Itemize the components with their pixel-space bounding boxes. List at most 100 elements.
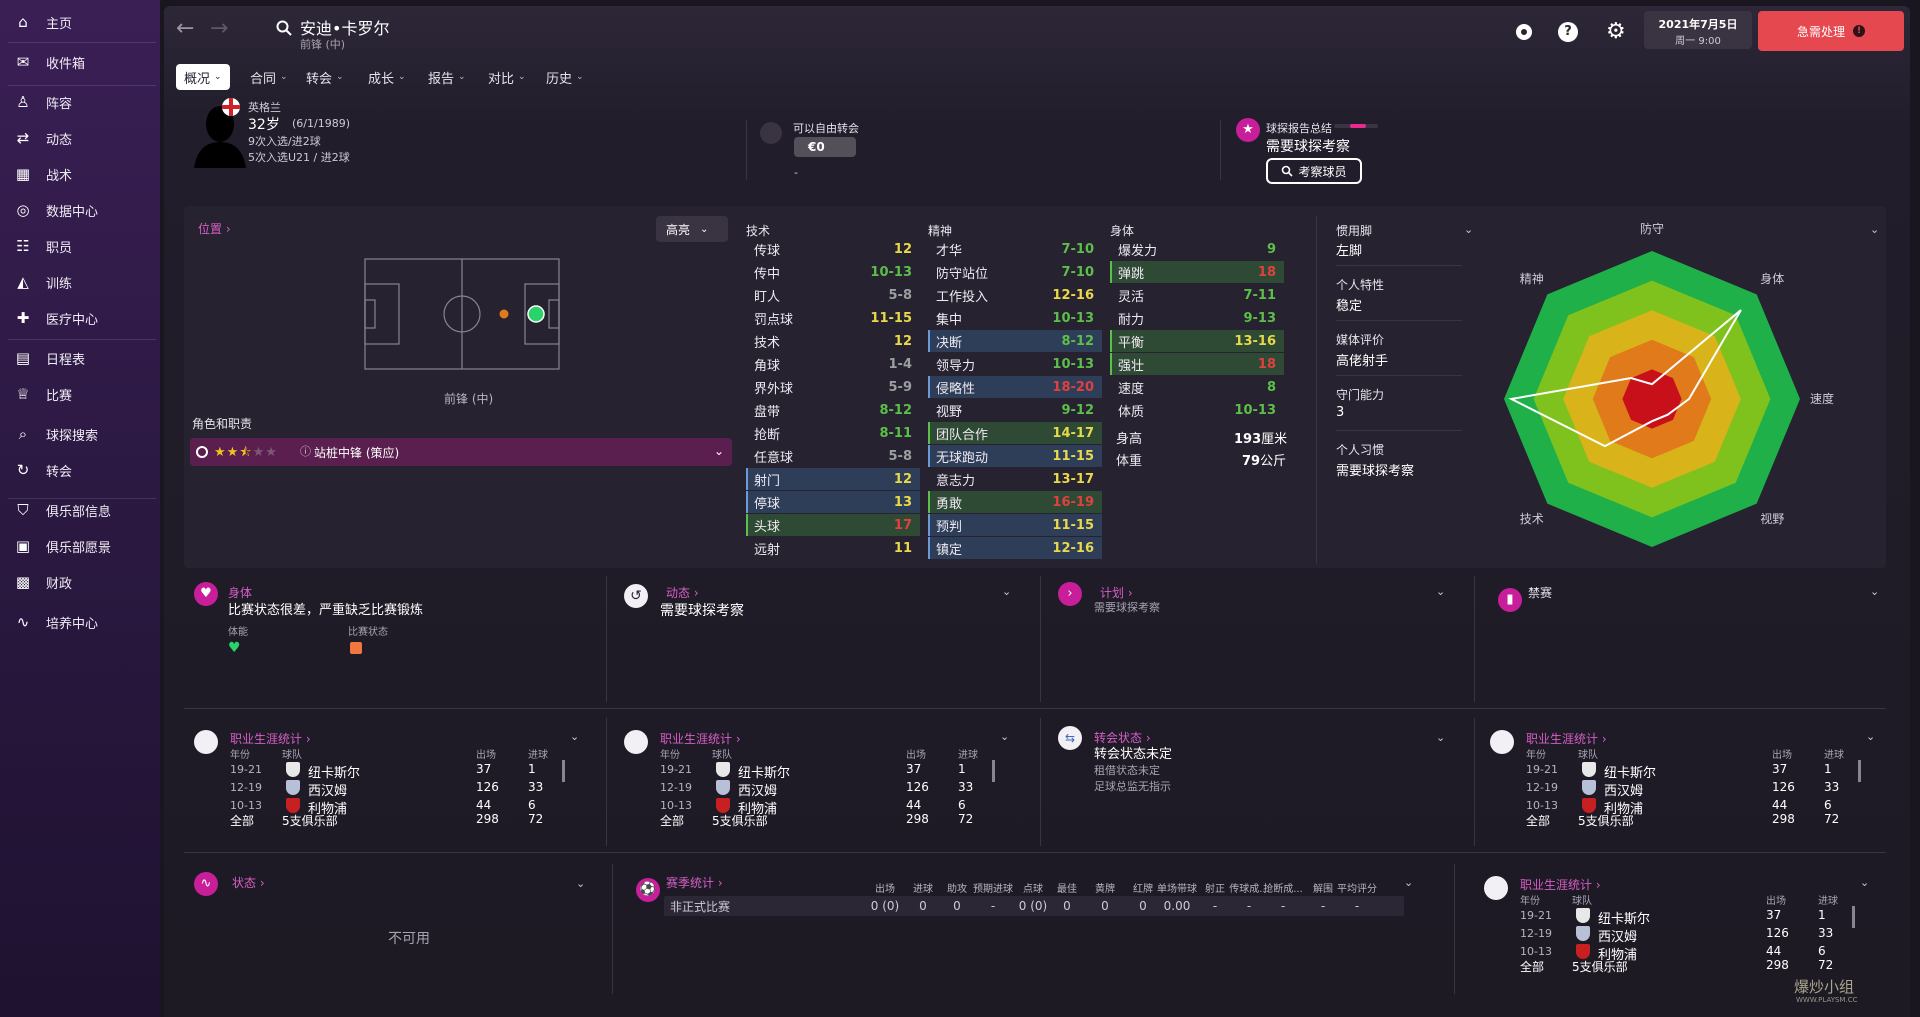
career-title[interactable]: 职业生涯统计 › xyxy=(660,730,741,747)
attribute-row[interactable]: 领导力 10-13 xyxy=(928,353,1102,375)
attribute-row[interactable]: 传球 12 xyxy=(746,238,920,260)
search-icon[interactable] xyxy=(276,20,292,36)
sidebar-item-13[interactable]: ↻ 转会 xyxy=(0,457,160,483)
season-col-header[interactable]: 抢断成... xyxy=(1262,880,1304,895)
attribute-row[interactable]: 射门 12 xyxy=(746,468,920,490)
gear-icon[interactable]: ⚙ xyxy=(1606,19,1626,44)
tab-6[interactable]: 对比 ⌄ xyxy=(482,64,532,90)
chevron-down-icon[interactable]: ⌄ xyxy=(1866,730,1875,743)
attribute-row[interactable]: 盘带 8-12 xyxy=(746,399,920,421)
sidebar-item-3[interactable]: ♙ 阵容 xyxy=(0,89,160,115)
role-radio[interactable] xyxy=(196,446,208,458)
chevron-down-icon[interactable]: ⌄ xyxy=(1404,876,1413,889)
tab-2[interactable]: 合同 ⌄ xyxy=(244,64,294,90)
sidebar-item-12[interactable]: ⌕ 球探搜索 xyxy=(0,421,160,447)
scout-player-button[interactable]: 考察球员 xyxy=(1266,158,1362,184)
attribute-row[interactable]: 意志力 13-17 xyxy=(928,468,1102,490)
attribute-row[interactable]: 界外球 5-9 xyxy=(746,376,920,398)
attribute-row[interactable]: 技术 12 xyxy=(746,330,920,352)
career-title[interactable]: 职业生涯统计 › xyxy=(1520,876,1601,893)
attribute-row[interactable]: 角球 1-4 xyxy=(746,353,920,375)
help-icon[interactable]: ? xyxy=(1558,22,1578,42)
highlight-dropdown[interactable]: 高亮 ⌄ xyxy=(656,216,728,242)
career-title[interactable]: 职业生涯统计 › xyxy=(230,730,311,747)
season-col-header[interactable]: 黄牌 xyxy=(1084,880,1126,895)
attribute-row[interactable]: 工作投入 12-16 xyxy=(928,284,1102,306)
scrollbar[interactable] xyxy=(1852,906,1855,928)
career-club[interactable]: 纽卡斯尔 xyxy=(308,762,360,781)
scrollbar[interactable] xyxy=(562,760,565,782)
attribute-row[interactable]: 团队合作 14-17 xyxy=(928,422,1102,444)
sidebar-item-5[interactable]: ▦ 战术 xyxy=(0,161,160,187)
attribute-row[interactable]: 决断 8-12 xyxy=(928,330,1102,352)
sidebar-item-6[interactable]: ◎ 数据中心 xyxy=(0,197,160,223)
career-club[interactable]: 西汉姆 xyxy=(1604,780,1643,799)
chevron-down-icon[interactable]: ⌄ xyxy=(1870,584,1879,599)
attribute-row[interactable]: 抢断 8-11 xyxy=(746,422,920,444)
season-stats-title[interactable]: 赛季统计 › xyxy=(666,874,723,891)
career-club[interactable]: 纽卡斯尔 xyxy=(738,762,790,781)
attribute-row[interactable]: 无球跑动 11-15 xyxy=(928,445,1102,467)
attribute-row[interactable]: 罚点球 11-15 xyxy=(746,307,920,329)
sidebar-item-7[interactable]: ☷ 职员 xyxy=(0,233,160,259)
chevron-down-icon[interactable]: ⌄ xyxy=(1860,876,1869,889)
attribute-row[interactable]: 盯人 5-8 xyxy=(746,284,920,306)
attribute-row[interactable]: 远射 11 xyxy=(746,537,920,559)
dynamics-title[interactable]: 动态 › xyxy=(666,584,699,601)
sidebar-item-17[interactable]: ∿ 培养中心 xyxy=(0,609,160,635)
attribute-row[interactable]: 灵活 7-11 xyxy=(1110,284,1284,306)
season-col-header[interactable]: 单场带球 xyxy=(1156,880,1198,895)
sidebar-item-16[interactable]: ▩ 财政 xyxy=(0,569,160,595)
sidebar-item-11[interactable]: ♕ 比赛 xyxy=(0,381,160,407)
continue-button[interactable]: 急需处理 ! xyxy=(1758,11,1904,51)
sidebar-item-15[interactable]: ▣ 俱乐部愿景 xyxy=(0,533,160,559)
chevron-down-icon[interactable]: ⌄ xyxy=(1002,584,1011,599)
attribute-row[interactable]: 才华 7-10 xyxy=(928,238,1102,260)
attribute-row[interactable]: 体质 10-13 xyxy=(1110,399,1284,421)
sidebar-item-14[interactable]: ⛉ 俱乐部信息 xyxy=(0,497,160,523)
attribute-row[interactable]: 视野 9-12 xyxy=(928,399,1102,421)
attribute-row[interactable]: 集中 10-13 xyxy=(928,307,1102,329)
attribute-row[interactable]: 传中 10-13 xyxy=(746,261,920,283)
chevron-down-icon[interactable]: ⌄ xyxy=(1436,584,1445,599)
role-row[interactable]: ★★⯪★★ ⓘ 站桩中锋 (策应) ⌄ xyxy=(190,438,732,466)
ball-icon[interactable] xyxy=(1514,22,1534,42)
attribute-row[interactable]: 预判 11-15 xyxy=(928,514,1102,536)
date-panel[interactable]: 2021年7月5日 周一 9:00 xyxy=(1644,11,1752,49)
chevron-down-icon[interactable]: ⌄ xyxy=(570,730,579,743)
scrollbar[interactable] xyxy=(992,760,995,782)
tab-1[interactable]: 概况 ⌄ xyxy=(176,64,230,90)
attribute-row[interactable]: 防守站位 7-10 xyxy=(928,261,1102,283)
career-club[interactable]: 纽卡斯尔 xyxy=(1604,762,1656,781)
scrollbar[interactable] xyxy=(1858,760,1861,782)
chevron-down-icon[interactable]: ⌄ xyxy=(1436,730,1445,745)
form-title[interactable]: 状态 › xyxy=(232,874,265,891)
career-title[interactable]: 职业生涯统计 › xyxy=(1526,730,1607,747)
tab-7[interactable]: 历史 ⌄ xyxy=(540,64,590,90)
tab-3[interactable]: 转会 ⌄ xyxy=(300,64,350,90)
attribute-row[interactable]: 侵略性 18-20 xyxy=(928,376,1102,398)
attribute-row[interactable]: 镇定 12-16 xyxy=(928,537,1102,559)
tab-5[interactable]: 报告 ⌄ xyxy=(422,64,472,90)
career-club[interactable]: 纽卡斯尔 xyxy=(1598,908,1650,927)
forward-arrow-icon[interactable]: → xyxy=(210,16,228,41)
chevron-down-icon[interactable]: ⌄ xyxy=(576,876,585,891)
chevron-down-icon[interactable]: ⌄ xyxy=(1870,222,1879,237)
attribute-row[interactable]: 爆发力 9 xyxy=(1110,238,1284,260)
attribute-row[interactable]: 速度 8 xyxy=(1110,376,1284,398)
chevron-down-icon[interactable]: ⌄ xyxy=(1000,730,1009,743)
attribute-row[interactable]: 头球 17 xyxy=(746,514,920,536)
season-col-header[interactable]: 预期进球 xyxy=(972,880,1014,895)
sidebar-item-2[interactable]: ✉ 收件箱 xyxy=(0,49,160,75)
career-club[interactable]: 西汉姆 xyxy=(1598,926,1637,945)
season-col-header[interactable]: 平均评分 xyxy=(1336,880,1378,895)
season-col-header[interactable]: 最佳 xyxy=(1046,880,1088,895)
sidebar-item-1[interactable]: ⌂ 主页 xyxy=(0,9,160,35)
sidebar-item-8[interactable]: ◭ 训练 xyxy=(0,269,160,295)
season-col-header[interactable]: 出场 xyxy=(864,880,906,895)
sidebar-item-4[interactable]: ⇄ 动态 xyxy=(0,125,160,151)
sidebar-item-10[interactable]: ▤ 日程表 xyxy=(0,345,160,371)
attribute-row[interactable]: 任意球 5-8 xyxy=(746,445,920,467)
position-title[interactable]: 位置 › xyxy=(198,220,231,237)
sidebar-item-9[interactable]: ✚ 医疗中心 xyxy=(0,305,160,331)
